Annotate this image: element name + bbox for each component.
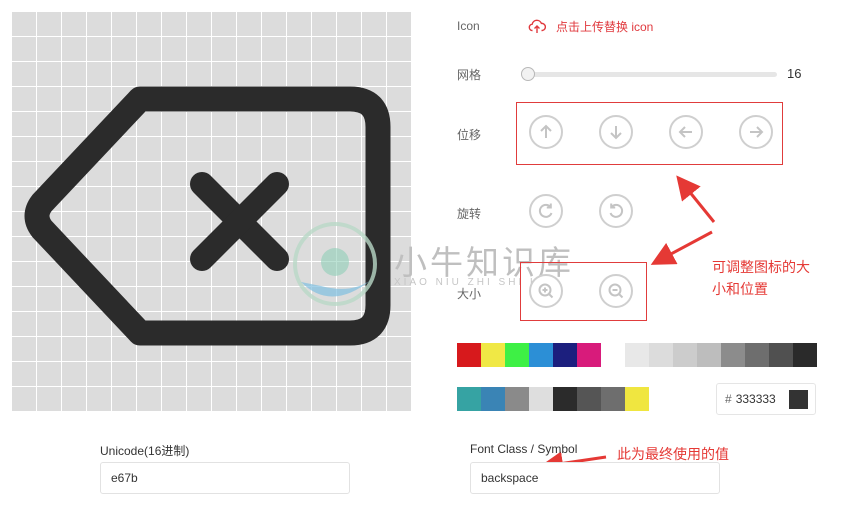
color-swatch[interactable] xyxy=(553,387,577,411)
current-color-swatch xyxy=(789,390,808,409)
color-hex-value: 333333 xyxy=(735,392,776,406)
color-swatch[interactable] xyxy=(721,343,745,367)
arrow-to-size xyxy=(650,230,713,265)
upload-replace-icon-button[interactable]: 点击上传替换 icon xyxy=(528,16,653,36)
color-palette-row-2 xyxy=(457,387,649,411)
annotation-adjust-text: 可调整图标的大小和位置 xyxy=(712,259,810,297)
rotate-clockwise-button[interactable] xyxy=(529,194,563,228)
color-swatch[interactable] xyxy=(577,343,601,367)
color-swatch[interactable] xyxy=(625,343,649,367)
grid-value: 16 xyxy=(787,66,802,81)
color-palette-row-1 xyxy=(457,343,817,367)
color-swatch[interactable] xyxy=(505,387,529,411)
rotate-counterclockwise-button[interactable] xyxy=(599,194,633,228)
color-swatch[interactable] xyxy=(457,343,481,367)
zoom-out-icon xyxy=(608,283,624,299)
color-swatch[interactable] xyxy=(601,387,625,411)
color-swatch[interactable] xyxy=(481,343,505,367)
grid-label: 网格 xyxy=(457,68,482,82)
color-swatch[interactable] xyxy=(553,343,577,367)
grid-slider-thumb[interactable] xyxy=(521,67,535,81)
zoom-in-button[interactable] xyxy=(529,274,563,308)
arrow-to-offset xyxy=(676,175,716,223)
arrow-down-icon xyxy=(610,126,622,140)
arrow-right-icon xyxy=(750,126,764,138)
grid-slider-track[interactable] xyxy=(522,72,777,77)
color-swatch[interactable] xyxy=(673,343,697,367)
size-label: 大小 xyxy=(457,287,482,301)
color-swatch[interactable] xyxy=(625,387,649,411)
upload-label: 点击上传替换 icon xyxy=(556,19,654,34)
backspace-icon xyxy=(24,86,391,346)
rotate-clockwise-icon xyxy=(538,203,553,218)
rotate-counterclockwise-icon xyxy=(609,203,624,218)
color-swatch[interactable] xyxy=(529,343,553,367)
color-swatch[interactable] xyxy=(577,387,601,411)
arrow-left-icon xyxy=(678,126,692,138)
move-up-button[interactable] xyxy=(529,115,563,149)
zoom-out-button[interactable] xyxy=(599,274,633,308)
move-right-button[interactable] xyxy=(739,115,773,149)
zoom-in-icon xyxy=(538,283,554,299)
color-swatch[interactable] xyxy=(601,343,625,367)
move-left-button[interactable] xyxy=(669,115,703,149)
hash-symbol: # xyxy=(725,392,732,406)
color-swatch[interactable] xyxy=(649,343,673,367)
unicode-field[interactable]: e67b xyxy=(100,462,350,494)
icon-preview-grid xyxy=(12,12,412,412)
font-class-field[interactable]: backspace xyxy=(470,462,720,494)
upload-cloud-icon xyxy=(528,19,546,33)
unicode-label: Unicode(16进制) xyxy=(100,444,190,458)
color-swatch[interactable] xyxy=(745,343,769,367)
offset-label: 位移 xyxy=(457,128,482,142)
move-down-button[interactable] xyxy=(599,115,633,149)
color-swatch[interactable] xyxy=(529,387,553,411)
color-swatch[interactable] xyxy=(769,343,793,367)
color-hex-input[interactable]: # 333333 xyxy=(716,383,816,415)
arrow-up-icon xyxy=(540,124,552,138)
rotate-label: 旋转 xyxy=(457,207,482,221)
color-swatch[interactable] xyxy=(793,343,817,367)
color-swatch[interactable] xyxy=(457,387,481,411)
font-class-label: Font Class / Symbol xyxy=(470,442,578,456)
color-swatch[interactable] xyxy=(505,343,529,367)
color-swatch[interactable] xyxy=(697,343,721,367)
watermark-logo-icon xyxy=(293,222,377,306)
color-swatch[interactable] xyxy=(481,387,505,411)
icon-label: Icon xyxy=(457,19,480,33)
